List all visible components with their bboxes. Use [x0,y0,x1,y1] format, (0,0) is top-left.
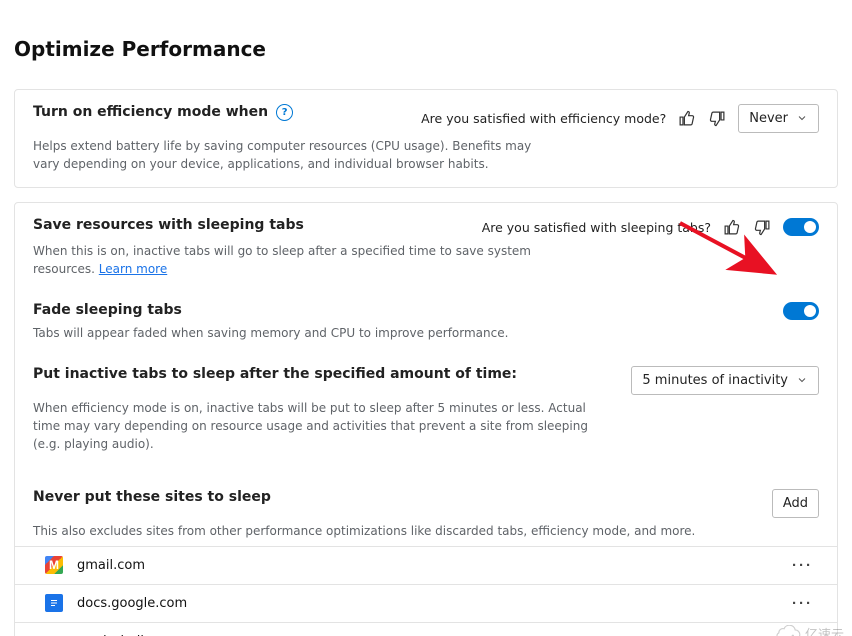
nerdschalk-icon: N [45,632,63,636]
never-sleep-description: This also excludes sites from other perf… [33,522,819,540]
fade-toggle[interactable] [783,302,819,320]
chevron-down-icon [796,112,808,124]
never-sleep-title-text: Never put these sites to sleep [33,489,271,505]
sleep-after-description: When efficiency mode is on, inactive tab… [33,399,599,453]
site-label: gmail.com [77,558,145,573]
google-docs-icon [45,594,63,612]
sleep-after-dropdown[interactable]: 5 minutes of inactivity [631,366,819,395]
sleep-after-title-text: Put inactive tabs to sleep after the spe… [33,366,517,382]
never-sleep-title: Never put these sites to sleep [33,489,271,505]
gmail-icon: M [45,556,63,574]
panel-efficiency: Turn on efficiency mode when ? Are you s… [14,89,838,188]
panel-sleeping-tabs: Save resources with sleeping tabs Are yo… [14,202,838,636]
thumbs-down-icon[interactable] [707,108,728,129]
page-title: Optimize Performance [0,13,852,75]
watermark: 亿速云 [773,624,844,636]
efficiency-title: Turn on efficiency mode when ? [33,104,293,121]
watermark-text: 亿速云 [805,624,844,636]
learn-more-link[interactable]: Learn more [99,262,167,276]
sleeping-tabs-title: Save resources with sleeping tabs [33,217,304,233]
site-label: docs.google.com [77,596,187,611]
site-row: docs.google.com ··· [15,584,837,622]
efficiency-feedback-question: Are you satisfied with efficiency mode? [421,111,666,126]
sleeping-tabs-toggle[interactable] [783,218,819,236]
sleep-after-value: 5 minutes of inactivity [642,373,788,388]
site-row: M gmail.com ··· [15,546,837,584]
efficiency-title-text: Turn on efficiency mode when [33,104,268,120]
efficiency-mode-value: Never [749,111,788,126]
add-button-label: Add [783,496,808,511]
sleeping-tabs-title-text: Save resources with sleeping tabs [33,217,304,233]
thumbs-up-icon[interactable] [676,108,697,129]
cloud-icon [773,625,801,636]
efficiency-mode-dropdown[interactable]: Never [738,104,819,133]
more-options-button[interactable]: ··· [786,556,819,575]
thumbs-up-icon[interactable] [721,217,742,238]
fade-title: Fade sleeping tabs [33,302,182,318]
site-row: N nerdschalk.com ··· [15,622,837,636]
efficiency-description: Helps extend battery life by saving comp… [33,137,536,173]
chevron-down-icon [796,374,808,386]
thumbs-down-icon[interactable] [752,217,773,238]
more-options-button[interactable]: ··· [786,594,819,613]
sleeping-feedback-question: Are you satisfied with sleeping tabs? [482,220,711,235]
fade-description: Tabs will appear faded when saving memor… [33,324,536,342]
info-icon[interactable]: ? [276,104,293,121]
fade-title-text: Fade sleeping tabs [33,302,182,318]
sleep-after-title: Put inactive tabs to sleep after the spe… [33,366,517,382]
add-button[interactable]: Add [772,489,819,518]
sleeping-description: When this is on, inactive tabs will go t… [33,242,536,278]
